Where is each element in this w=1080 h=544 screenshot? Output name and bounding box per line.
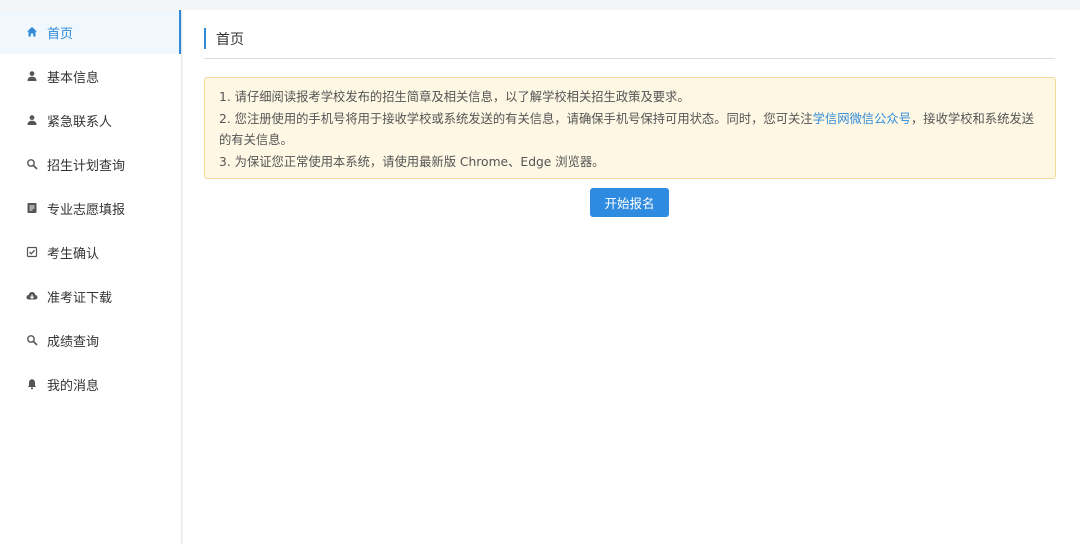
- bell-icon: [26, 378, 38, 390]
- sidebar-item-basic-info[interactable]: 基本信息: [0, 54, 181, 98]
- notice-line-2: 2. 您注册使用的手机号将用于接收学校或系统发送的有关信息，请确保手机号保持可用…: [219, 109, 1040, 152]
- wechat-account-link[interactable]: 学信网微信公众号: [813, 112, 911, 126]
- sidebar-item-label: 我的消息: [47, 378, 100, 394]
- main-content: 首页 1. 请仔细阅读报考学校发布的招生简章及相关信息，以了解学校相关招生政策及…: [183, 10, 1080, 544]
- sidebar-item-label: 紧急联系人: [47, 114, 113, 130]
- search-icon: [26, 334, 38, 346]
- search-icon: [26, 158, 38, 170]
- sidebar-item-label: 基本信息: [47, 70, 100, 86]
- cloud-download-icon: [26, 290, 38, 302]
- notice-line-3: 3. 为保证您正常使用本系统，请使用最新版 Chrome、Edge 浏览器。: [219, 154, 605, 169]
- sidebar-item-label: 首页: [47, 26, 74, 42]
- sidebar-item-label: 考生确认: [47, 246, 100, 262]
- page-title: 首页: [216, 32, 244, 48]
- sidebar-item-home[interactable]: 首页: [0, 10, 181, 54]
- sidebar-item-label: 成绩查询: [47, 334, 100, 350]
- notice-line-2-text: 2. 您注册使用的手机号将用于接收学校或系统发送的有关信息，请确保手机号保持可用…: [219, 111, 813, 126]
- sidebar-item-my-messages[interactable]: 我的消息: [0, 362, 181, 406]
- sidebar-item-label: 准考证下载: [47, 290, 113, 306]
- title-accent-bar: [204, 28, 206, 49]
- sidebar: 首页 基本信息 紧急联系人 招生计划查询 专业志愿填报 考生确认 准考证下载 成…: [0, 10, 182, 544]
- user-icon: [26, 114, 38, 126]
- page-header: 首页: [204, 28, 1055, 59]
- user-icon: [26, 70, 38, 82]
- sidebar-item-label: 招生计划查询: [47, 158, 126, 174]
- sidebar-item-major-application[interactable]: 专业志愿填报: [0, 186, 181, 230]
- sidebar-item-label: 专业志愿填报: [47, 202, 126, 218]
- checkbox-icon: [26, 246, 38, 258]
- start-registration-button[interactable]: 开始报名: [590, 188, 669, 217]
- sidebar-item-enrollment-plan[interactable]: 招生计划查询: [0, 142, 181, 186]
- form-icon: [26, 202, 38, 214]
- notice-line-1: 1. 请仔细阅读报考学校发布的招生简章及相关信息，以了解学校相关招生政策及要求。: [219, 90, 690, 104]
- sidebar-item-admission-ticket[interactable]: 准考证下载: [0, 274, 181, 318]
- sidebar-item-score-query[interactable]: 成绩查询: [0, 318, 181, 362]
- sidebar-item-candidate-confirm[interactable]: 考生确认: [0, 230, 181, 274]
- notice-box: 1. 请仔细阅读报考学校发布的招生简章及相关信息，以了解学校相关招生政策及要求。…: [204, 77, 1056, 179]
- sidebar-item-emergency-contact[interactable]: 紧急联系人: [0, 98, 181, 142]
- home-icon: [26, 26, 38, 38]
